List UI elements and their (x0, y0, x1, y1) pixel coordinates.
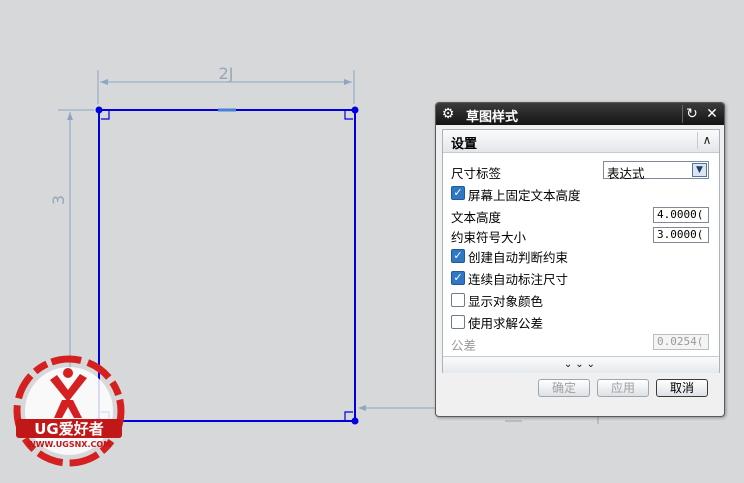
logo-brand-text: UG爱好者 (34, 420, 104, 438)
settings-section-header[interactable]: 设置 ∧ (443, 130, 719, 153)
constraint-symbol-size-input[interactable]: 3.0000( (653, 227, 709, 243)
dialog-titlebar[interactable]: ⚙ 草图样式 ↻ ✕ (436, 103, 724, 125)
more-options-expander[interactable]: ⌄⌄⌄ (443, 356, 719, 373)
text-height-input[interactable]: 4.0000( (653, 207, 709, 223)
cancel-button[interactable]: 取消 (656, 379, 708, 397)
text-height-label: 文本高度 (451, 210, 502, 225)
settings-panel: 设置 ∧ 尺寸标签 表达式 ▼ ✓ 屏幕上固定文本高度 文本高度 4.0000(… (442, 129, 720, 373)
use-solver-tolerance-label: 使用求解公差 (468, 316, 544, 331)
close-icon[interactable]: ✕ (703, 105, 721, 123)
dimension-label-select[interactable]: 表达式 ▼ (603, 161, 709, 181)
chevron-down-icon[interactable]: ▼ (692, 163, 707, 177)
fixed-text-height-checkbox[interactable]: ✓ (451, 186, 465, 200)
ok-button[interactable]: 确定 (538, 379, 590, 397)
show-object-color-label: 显示对象颜色 (468, 294, 544, 309)
dimension-label-selected: 表达式 (607, 166, 645, 181)
use-solver-tolerance-checkbox[interactable] (451, 315, 465, 329)
corner-points[interactable] (95, 106, 359, 425)
tolerance-input: 0.0254( (653, 334, 709, 350)
reset-icon[interactable]: ↻ (682, 105, 701, 123)
fixed-text-height-label: 屏幕上固定文本高度 (468, 188, 581, 203)
tolerance-label: 公差 (451, 338, 477, 353)
auto-infer-constraints-checkbox[interactable]: ✓ (451, 249, 465, 263)
show-object-color-checkbox[interactable] (451, 293, 465, 307)
horizontal-dimension-label[interactable]: 2J (219, 64, 234, 83)
ug-watermark-logo: UG爱好者 WWW.UGSNX.COM (13, 355, 125, 467)
dimension-label-label: 尺寸标签 (451, 166, 502, 181)
apply-button[interactable]: 应用 (597, 379, 649, 397)
continuous-auto-dimension-checkbox[interactable]: ✓ (451, 271, 465, 285)
section-title: 设置 (451, 137, 478, 152)
logo-url-text: WWW.UGSNX.COM (27, 440, 111, 449)
gear-icon[interactable]: ⚙ (439, 105, 457, 123)
dialog-title: 草图样式 (466, 110, 519, 125)
continuous-auto-dimension-label: 连续自动标注尺寸 (468, 272, 569, 287)
auto-infer-constraints-label: 创建自动判断约束 (468, 250, 569, 265)
sketch-rectangle[interactable] (98, 109, 356, 422)
chevron-up-icon[interactable]: ∧ (697, 132, 716, 149)
vertical-dimension-label[interactable]: 3 (49, 195, 68, 205)
constraint-symbol-size-label: 约束符号大小 (451, 230, 527, 245)
sketch-style-dialog: ⚙ 草图样式 ↻ ✕ 设置 ∧ 尺寸标签 表达式 ▼ ✓ 屏幕上固定文本高度 文… (435, 102, 725, 417)
perpendicular-constraint-symbols (101, 111, 353, 420)
